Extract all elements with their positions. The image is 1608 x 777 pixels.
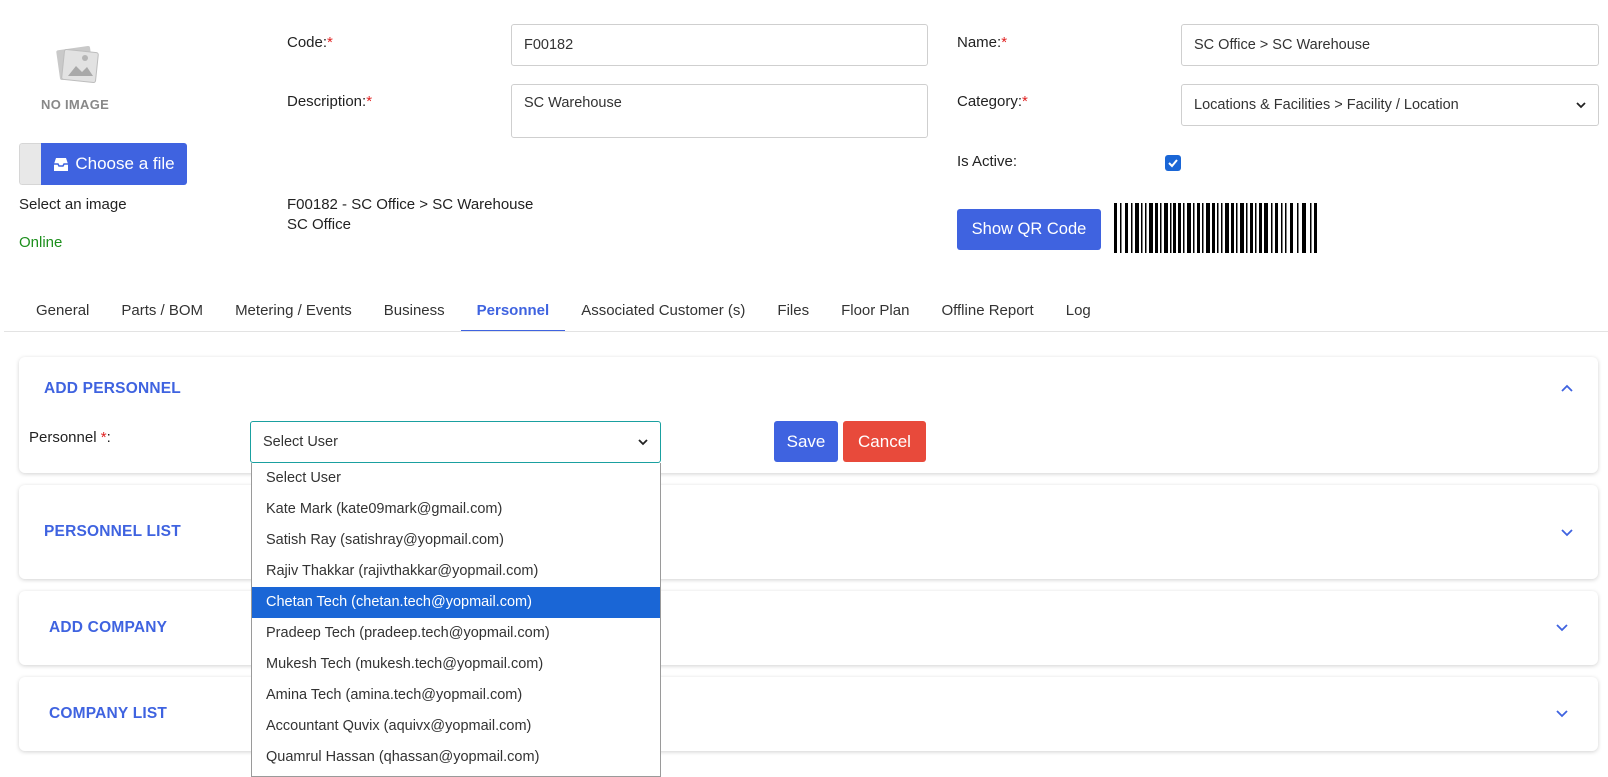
required-mark: *	[327, 34, 333, 51]
code-input[interactable]: F00182	[511, 24, 928, 66]
personnel-list-title[interactable]: PERSONNEL LIST	[44, 523, 181, 541]
chevron-down-icon[interactable]	[1555, 622, 1569, 632]
personnel-select[interactable]: Select User	[250, 421, 661, 463]
tab-business[interactable]: Business	[368, 296, 461, 332]
is-active-label: Is Active:	[957, 153, 1018, 170]
code-label: Code:*	[287, 34, 333, 51]
summary-line-2: SC Office	[287, 216, 351, 233]
category-label: Category:*	[957, 93, 1028, 110]
required-mark: *	[1022, 93, 1028, 110]
tab-personnel[interactable]: Personnel	[460, 296, 566, 332]
category-select[interactable]: Locations & Facilities > Facility / Loca…	[1181, 84, 1599, 126]
file-button-grip	[19, 143, 41, 185]
is-active-checkbox[interactable]	[1165, 155, 1181, 171]
description-textarea[interactable]: SC Warehouse	[511, 84, 928, 138]
status-online: Online	[19, 234, 63, 251]
summary-line-1: F00182 - SC Office > SC Warehouse	[287, 196, 534, 213]
name-label: Name:*	[957, 34, 1008, 51]
no-image-text: NO IMAGE	[41, 97, 110, 112]
personnel-select-value: Select User	[263, 434, 338, 450]
cancel-button[interactable]: Cancel	[843, 421, 926, 462]
category-value: Locations & Facilities > Facility / Loca…	[1194, 97, 1459, 113]
chevron-down-icon[interactable]	[1560, 527, 1574, 537]
dropdown-option[interactable]: Amina Tech (amina.tech@yopmail.com)	[252, 680, 660, 711]
tab-parts-bom[interactable]: Parts / BOM	[105, 296, 219, 332]
required-mark: *	[366, 93, 373, 110]
check-icon	[1168, 159, 1178, 168]
barcode-image	[1114, 203, 1317, 253]
tab-bar: General Parts / BOM Metering / Events Busin…	[20, 296, 1107, 332]
dropdown-option[interactable]: Kate Mark (kate09mark@gmail.com)	[252, 494, 660, 525]
dropdown-option[interactable]: Quamrul Hassan (qhassan@yopmail.com)	[252, 742, 660, 773]
chevron-down-icon	[1576, 102, 1586, 109]
add-company-title[interactable]: ADD COMPANY	[49, 619, 167, 637]
add-personnel-title[interactable]: ADD PERSONNEL	[44, 380, 181, 398]
chevron-down-icon	[638, 439, 648, 446]
select-image-text: Select an image	[19, 196, 127, 213]
dropdown-option[interactable]: Select User	[252, 463, 660, 494]
save-button[interactable]: Save	[774, 421, 838, 462]
chevron-down-icon[interactable]	[1555, 708, 1569, 718]
dropdown-option[interactable]: Accountant Quvix (aquivx@yopmail.com)	[252, 711, 660, 742]
tab-metering-events[interactable]: Metering / Events	[219, 296, 368, 332]
no-image-icon	[54, 42, 100, 86]
dropdown-option[interactable]: Rajiv Thakkar (rajivthakkar@yopmail.com)	[252, 556, 660, 587]
tab-floor-plan[interactable]: Floor Plan	[825, 296, 925, 332]
company-list-title[interactable]: COMPANY LIST	[49, 705, 167, 723]
name-input[interactable]: SC Office > SC Warehouse	[1181, 24, 1599, 66]
choose-file-text: Choose a file	[75, 154, 175, 173]
inbox-icon	[54, 157, 69, 171]
tab-files[interactable]: Files	[761, 296, 825, 332]
description-label: Description:*	[287, 93, 373, 110]
dropdown-option[interactable]: Satish Ray (satishray@yopmail.com)	[252, 525, 660, 556]
required-mark: *	[1001, 34, 1008, 51]
tab-divider	[4, 331, 1608, 332]
tab-log[interactable]: Log	[1050, 296, 1107, 332]
tab-associated-customer-s[interactable]: Associated Customer (s)	[565, 296, 761, 332]
tab-offline-report[interactable]: Offline Report	[925, 296, 1049, 332]
dropdown-option[interactable]: Pradeep Tech (pradeep.tech@yopmail.com)	[252, 618, 660, 649]
personnel-dropdown-list: Select User Kate Mark (kate09mark@gmail.c…	[251, 463, 661, 777]
choose-file-label[interactable]: Choose a file	[41, 143, 187, 185]
dropdown-option[interactable]: Chetan Tech (chetan.tech@yopmail.com)	[252, 587, 660, 618]
show-qr-code-button[interactable]: Show QR Code	[957, 209, 1101, 250]
tab-general[interactable]: General	[20, 296, 105, 332]
personnel-label: Personnel *:	[29, 429, 111, 446]
dropdown-option[interactable]: Mukesh Tech (mukesh.tech@yopmail.com)	[252, 649, 660, 680]
choose-file-button[interactable]: Choose a file	[19, 143, 187, 185]
chevron-up-icon[interactable]	[1560, 383, 1574, 393]
